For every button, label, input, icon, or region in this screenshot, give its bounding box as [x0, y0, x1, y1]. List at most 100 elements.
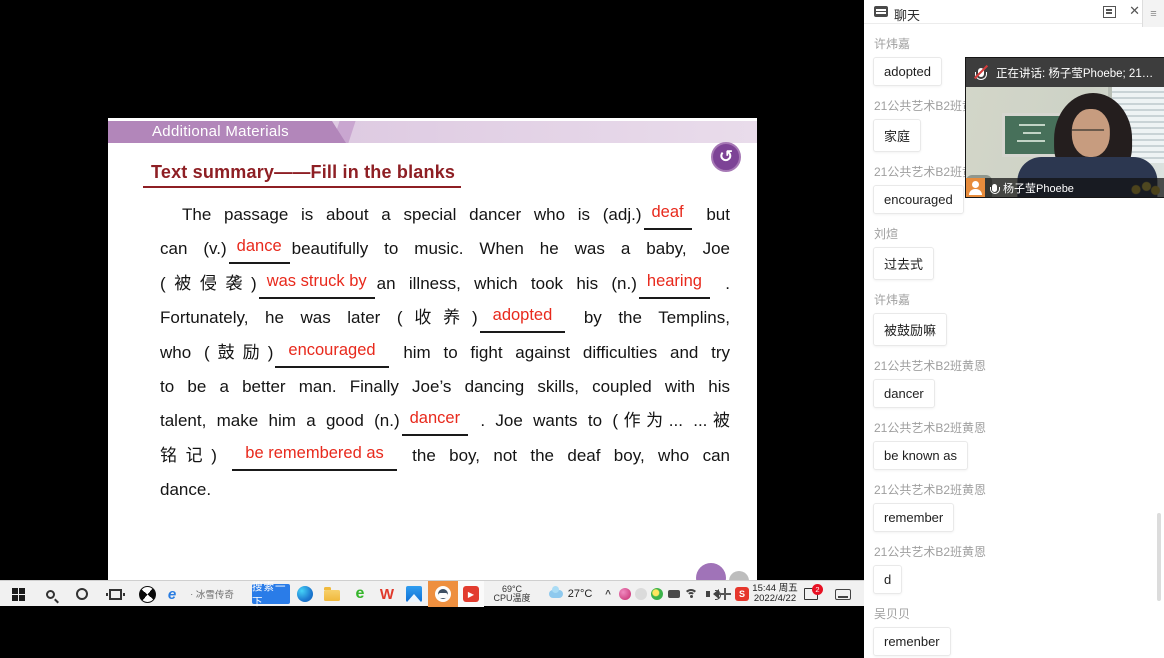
wps-office-icon[interactable]: W	[377, 581, 397, 607]
blank-underline: deaf	[644, 202, 692, 230]
chat-sender-name: 吴贝贝	[874, 605, 1164, 622]
blank-answer: deaf	[652, 203, 684, 221]
wifi-icon[interactable]	[683, 581, 699, 607]
chat-sender-name: 21公共艺术B2班黄恩	[874, 357, 1164, 374]
weather-icon[interactable]	[548, 581, 564, 607]
blank-underline: was struck by	[259, 271, 375, 299]
text-segment: . Joe wants to (作为... ...被	[470, 411, 730, 430]
ie-browser-icon[interactable]: e	[350, 581, 370, 607]
touch-keyboard-icon[interactable]	[832, 581, 854, 607]
speaker-name: 杨子莹Phoebe	[1003, 180, 1074, 196]
text-segment: dance.	[160, 480, 211, 499]
return-icon: ↺	[719, 147, 733, 167]
blank-underline: be remembered as	[232, 443, 397, 471]
edge-browser-icon[interactable]	[295, 581, 315, 607]
chat-sender-name: 刘煊	[874, 225, 1164, 242]
cortana-icon[interactable]	[72, 581, 92, 607]
chat-message-bubble: remember	[873, 503, 954, 532]
blank-answer: adopted	[493, 306, 553, 324]
slide-text-line: to be a better man. Finally Joe’s dancin…	[160, 372, 730, 406]
slide-text-line: can (v.) dance beautifully to music. When …	[160, 234, 730, 268]
blank-answer: dance	[237, 237, 282, 255]
chat-message-bubble: 被鼓励嘛	[873, 313, 947, 346]
video-app-icon[interactable]: ▶	[458, 581, 484, 607]
panel-grip-icon[interactable]: ≡	[1142, 0, 1164, 27]
slide-title: Text summary——Fill in the blanks	[143, 162, 461, 188]
speaking-status-bar: 正在讲话: 杨子莹Phoebe; 21公...	[966, 58, 1164, 87]
text-segment: who (鼓励)	[160, 343, 273, 362]
blank-answer: be remembered as	[245, 444, 384, 462]
chat-message-bubble: 过去式	[873, 247, 934, 280]
ime-move-icon[interactable]	[717, 581, 733, 607]
edge-ad-text[interactable]: · 冰雪传奇	[181, 581, 243, 607]
search-icon[interactable]	[40, 581, 60, 607]
weather-temp[interactable]: 27°C	[566, 581, 594, 607]
sogou-ime-icon[interactable]: S	[733, 581, 751, 607]
blank-answer: dancer	[410, 409, 460, 427]
chat-message-bubble: be known as	[873, 441, 968, 470]
slide-return-button[interactable]: ↺	[711, 142, 741, 172]
text-segment: can (v.)	[160, 239, 227, 258]
action-center-icon[interactable]: 2	[800, 581, 822, 607]
photos-app-icon[interactable]	[404, 581, 424, 607]
slide-text-line: The passage is about a special dancer wh…	[160, 200, 730, 234]
windows-start-icon[interactable]	[8, 581, 28, 607]
chat-message-bubble: d	[873, 565, 902, 594]
popout-icon[interactable]	[1103, 6, 1116, 18]
text-segment: the boy, not the deaf boy, who can	[399, 446, 730, 465]
notification-badge: 2	[812, 584, 823, 595]
chat-header: 聊天 ✕ ≡	[864, 0, 1164, 24]
text-segment: Fortunately, he was later (收养)	[160, 308, 478, 327]
blank-underline: adopted	[480, 305, 566, 333]
meeting-app-window: Additional Materials ↺ Text summary——Fil…	[0, 0, 1164, 658]
screen-share-area: Additional Materials ↺ Text summary——Fil…	[0, 0, 864, 658]
chat-scrollbar[interactable]	[1157, 513, 1161, 601]
file-explorer-icon[interactable]	[322, 581, 342, 607]
meeting-app-icon[interactable]	[428, 581, 458, 607]
text-segment: to be a better man. Finally Joe’s dancin…	[160, 377, 730, 396]
chat-message-bubble: encouraged	[873, 185, 964, 214]
blank-underline: encouraged	[275, 340, 388, 368]
slide-text-line: (被侵袭)was struck byan illness, which took…	[160, 269, 730, 303]
slide-banner: Additional Materials	[108, 121, 757, 143]
slide-banner-title: Additional Materials	[152, 121, 289, 143]
tray-app1-icon[interactable]	[617, 581, 633, 607]
blank-answer: hearing	[647, 272, 702, 290]
slide-text-line: dance.	[160, 475, 730, 509]
chat-message-bubble: adopted	[873, 57, 942, 86]
cpu-temp-widget[interactable]: 69°C CPU温度	[487, 581, 537, 607]
chat-message-bubble: 家庭	[873, 119, 921, 152]
speaker-video-feed: 杨子莹Phoebe	[966, 87, 1164, 197]
pinwheel-app-icon[interactable]	[137, 581, 157, 607]
text-segment: talent, make him a good (n.)	[160, 411, 400, 430]
blank-underline: hearing	[639, 271, 710, 299]
text-segment: by the Templins,	[567, 308, 730, 327]
edge-ad-icon[interactable]: e	[165, 581, 179, 607]
text-segment: beautifully to music. When he was a baby…	[292, 239, 730, 258]
chat-sender-name: 21公共艺术B2班黄恩	[874, 543, 1164, 560]
blank-answer: was struck by	[267, 272, 367, 290]
search-now-button[interactable]: 搜索一下	[252, 581, 290, 607]
text-segment: The passage is about a special dancer wh…	[182, 205, 642, 224]
text-segment: 铭记)	[160, 446, 230, 465]
text-segment: .	[712, 274, 730, 293]
close-icon[interactable]: ✕	[1129, 3, 1140, 19]
tray-360-icon[interactable]	[649, 581, 665, 607]
task-view-icon[interactable]	[104, 581, 126, 607]
chat-message-bubble: remenber	[873, 627, 951, 656]
windows-taskbar: e · 冰雪传奇 搜索一下 e W ▶ 69°C CPU温度 27°C ^	[0, 580, 864, 606]
slide-body: The passage is about a special dancer wh…	[160, 200, 730, 510]
tray-chevron-icon[interactable]: ^	[602, 581, 614, 607]
tray-app2-icon[interactable]	[633, 581, 649, 607]
blank-underline: dance	[229, 236, 290, 264]
tray-recorder-icon[interactable]	[665, 581, 683, 607]
speaker-glasses	[1072, 129, 1104, 134]
text-segment: but	[694, 205, 730, 224]
slide-text-line: 铭记) be remembered as the boy, not the de…	[160, 441, 730, 475]
chat-message-bubble: dancer	[873, 379, 935, 408]
chat-bubble-icon	[874, 6, 888, 17]
taskbar-clock[interactable]: 15:44 周五 2022/4/22	[752, 581, 798, 607]
speaker-video-window[interactable]: 正在讲话: 杨子莹Phoebe; 21公... 杨子莹Phoebe	[966, 58, 1164, 197]
volume-icon[interactable]	[699, 581, 717, 607]
slide-text-line: who (鼓励)encouraged him to fight against …	[160, 338, 730, 372]
